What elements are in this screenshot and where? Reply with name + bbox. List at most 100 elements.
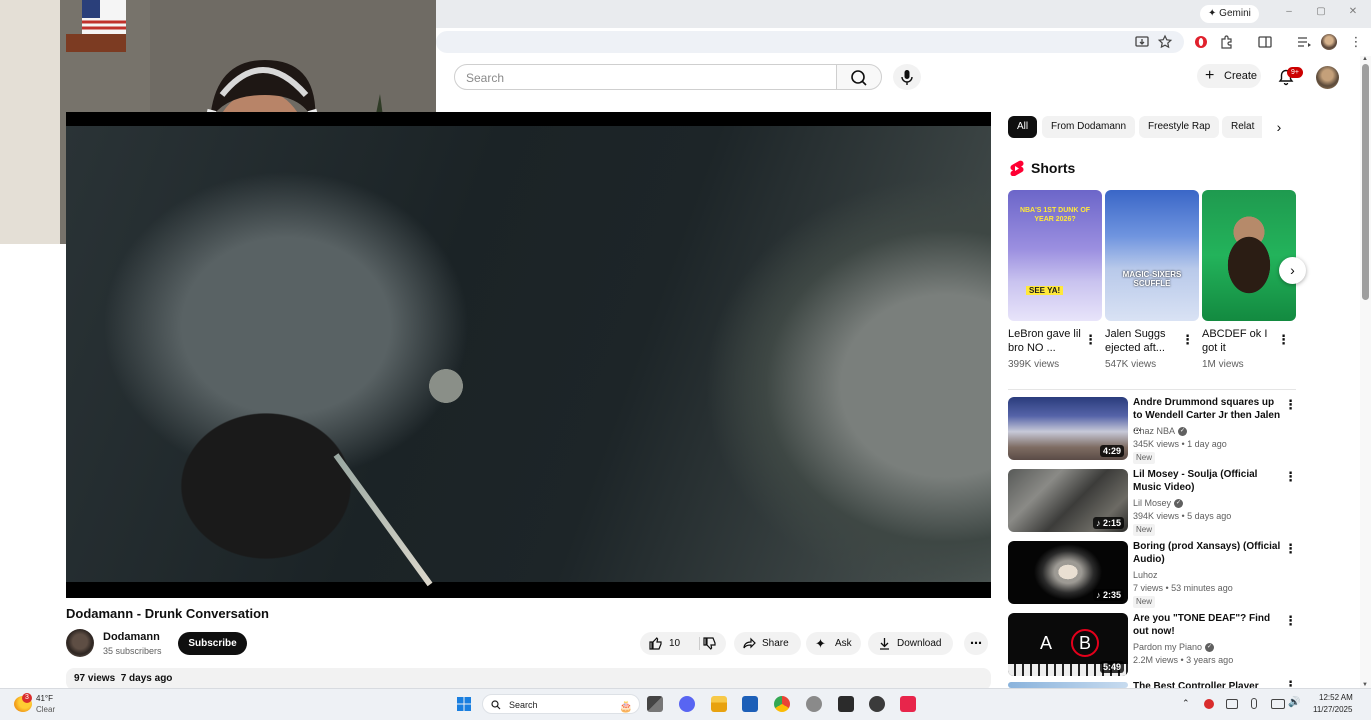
recommendation-channel[interactable]: Pardon my Piano ✓ bbox=[1133, 642, 1215, 653]
recommendation-channel[interactable]: Chaz NBA ✓ bbox=[1133, 426, 1188, 437]
chip-related[interactable]: Relat bbox=[1222, 116, 1262, 138]
search-icon bbox=[851, 70, 867, 86]
channel-avatar[interactable] bbox=[66, 629, 94, 657]
recommendation-channel[interactable]: Luhoz bbox=[1133, 570, 1158, 580]
restore-button[interactable]: ▢ bbox=[1314, 6, 1328, 17]
tray-microphone-icon[interactable] bbox=[1251, 698, 1257, 709]
thumbs-down-icon[interactable] bbox=[702, 636, 717, 651]
chip-from-dodamann[interactable]: From Dodamann bbox=[1042, 116, 1136, 138]
short-thumbnail[interactable] bbox=[1202, 190, 1296, 321]
shorts-logo-icon bbox=[1010, 160, 1024, 176]
weather-temperature[interactable]: 41°F bbox=[36, 694, 53, 703]
chips-next-chevron-icon[interactable]: › bbox=[1262, 116, 1296, 138]
windows-start-icon[interactable] bbox=[456, 696, 472, 712]
youtube-search-input[interactable]: Search bbox=[454, 64, 837, 90]
recommendation-thumbnail[interactable]: 4:29 bbox=[1008, 397, 1128, 460]
short-menu-kebab-icon[interactable]: ⋮ bbox=[1084, 333, 1097, 346]
video-player[interactable] bbox=[66, 112, 991, 598]
description-box[interactable]: 97 views 7 days ago bbox=[66, 668, 991, 690]
download-button[interactable]: Download bbox=[868, 632, 953, 655]
tray-volume-icon[interactable]: 🔊 bbox=[1288, 697, 1300, 708]
tray-display-icon[interactable] bbox=[1226, 699, 1238, 709]
recommendation-meta: 394K views • 5 days ago bbox=[1133, 511, 1232, 521]
recommendation-title[interactable]: Are you "TONE DEAF"? Find out now! bbox=[1133, 612, 1281, 638]
page-scrollbar[interactable]: ▲ ▼ bbox=[1360, 56, 1371, 688]
taskbar-search-label: Search bbox=[509, 700, 538, 710]
weather-condition[interactable]: Clear bbox=[36, 705, 55, 714]
like-button[interactable]: 10 bbox=[640, 632, 700, 655]
tray-security-icon[interactable] bbox=[1204, 699, 1214, 709]
recommendation-menu-kebab-icon[interactable]: ⋮ bbox=[1284, 542, 1297, 555]
discord-app-icon[interactable] bbox=[679, 696, 695, 712]
recommendation-menu-kebab-icon[interactable]: ⋮ bbox=[1284, 470, 1297, 483]
microsoft-store-icon[interactable] bbox=[742, 696, 758, 712]
recommendation-thumbnail[interactable]: ♪ 2:35 bbox=[1008, 541, 1128, 604]
youtube-account-avatar[interactable] bbox=[1316, 66, 1339, 89]
short-title[interactable]: LeBron gave lil bro NO ... bbox=[1008, 327, 1088, 355]
recommendation-menu-kebab-icon[interactable]: ⋮ bbox=[1284, 398, 1297, 411]
minimize-button[interactable]: – bbox=[1282, 6, 1296, 17]
recommendation-title[interactable]: The Best Controller Player 2025 bbox=[1133, 680, 1281, 688]
task-view-icon[interactable] bbox=[647, 696, 663, 712]
epic-games-icon[interactable] bbox=[838, 696, 854, 712]
recommendation-title[interactable]: Lil Mosey - Soulja (Official Music Video… bbox=[1133, 468, 1281, 494]
side-panel-icon[interactable] bbox=[1257, 34, 1273, 50]
taskbar-search-box[interactable]: Search 🎂 bbox=[482, 694, 640, 714]
taskbar-clock-date[interactable]: 11/27/2025 bbox=[1313, 705, 1352, 714]
media-queue-icon[interactable] bbox=[1296, 34, 1312, 50]
recommendation-menu-kebab-icon[interactable]: ⋮ bbox=[1284, 679, 1294, 688]
bookmark-star-icon[interactable] bbox=[1157, 34, 1173, 50]
youtube-search-button[interactable] bbox=[836, 64, 882, 90]
chip-freestyle-rap[interactable]: Freestyle Rap bbox=[1139, 116, 1220, 138]
create-label: Create bbox=[1224, 70, 1258, 82]
short-title[interactable]: ABCDEF ok I got it bbox=[1202, 327, 1282, 355]
app-with-notification-icon[interactable] bbox=[869, 696, 885, 712]
new-badge: New bbox=[1133, 524, 1156, 536]
subscribe-button[interactable]: Subscribe bbox=[178, 632, 247, 655]
tray-overflow-chevron-icon[interactable]: ⌃ bbox=[1182, 698, 1190, 709]
create-button[interactable]: + Create bbox=[1197, 64, 1261, 88]
download-icon bbox=[880, 638, 889, 650]
more-horizontal-icon: ⋯ bbox=[970, 636, 982, 650]
short-menu-kebab-icon[interactable]: ⋮ bbox=[1181, 333, 1194, 346]
recommendation-thumbnail[interactable]: A B 5:49 bbox=[1008, 613, 1128, 676]
short-thumbnail-tag: SEE YA! bbox=[1026, 286, 1064, 295]
scroll-up-arrow-icon[interactable]: ▲ bbox=[1362, 56, 1368, 62]
ask-button[interactable]: ✦ Ask bbox=[806, 632, 861, 655]
browser-menu-icon[interactable]: ⋮ bbox=[1348, 34, 1364, 50]
app-pinned-icon[interactable] bbox=[806, 696, 822, 712]
chrome-app-icon[interactable] bbox=[774, 696, 790, 712]
short-thumbnail[interactable]: MAGIC-SIXERS SCUFFLE bbox=[1105, 190, 1199, 321]
like-divider bbox=[699, 637, 700, 650]
thumbnail-letter-a: A bbox=[1040, 633, 1053, 653]
browser-profile-avatar[interactable] bbox=[1321, 34, 1337, 50]
share-button[interactable]: Share bbox=[734, 632, 801, 655]
tray-monitor-icon[interactable] bbox=[1271, 699, 1285, 709]
short-menu-kebab-icon[interactable]: ⋮ bbox=[1277, 333, 1290, 346]
share-label: Share bbox=[762, 638, 789, 649]
recommendation-channel[interactable]: Lil Mosey ✓ bbox=[1133, 498, 1184, 509]
more-actions-button[interactable]: ⋯ bbox=[964, 632, 988, 655]
address-bar[interactable] bbox=[436, 31, 1184, 53]
recommendation-title[interactable]: Boring (prod Xansays) (Official Audio) bbox=[1133, 540, 1281, 566]
gemini-button[interactable]: ✦ Gemini bbox=[1200, 5, 1259, 23]
install-app-icon[interactable] bbox=[1134, 34, 1150, 50]
like-count: 10 bbox=[669, 638, 681, 649]
short-thumbnail[interactable]: NBA'S 1ST DUNK OF YEAR 2026? SEE YA! bbox=[1008, 190, 1102, 321]
close-window-button[interactable]: ✕ bbox=[1346, 6, 1360, 17]
chip-all[interactable]: All bbox=[1008, 116, 1038, 138]
taskbar-clock-time[interactable]: 12:52 AM bbox=[1319, 693, 1353, 702]
recommendation-thumbnail[interactable]: ♪ 2:15 bbox=[1008, 469, 1128, 532]
short-title[interactable]: Jalen Suggs ejected aft... bbox=[1105, 327, 1185, 355]
scrollbar-thumb[interactable] bbox=[1362, 64, 1369, 300]
recommendation-menu-kebab-icon[interactable]: ⋮ bbox=[1284, 614, 1297, 627]
video-frame bbox=[66, 126, 991, 582]
like-dislike-group: 10 bbox=[640, 632, 726, 655]
tiktok-app-icon[interactable] bbox=[900, 696, 916, 712]
voice-search-button[interactable] bbox=[893, 64, 921, 90]
extensions-puzzle-icon[interactable] bbox=[1219, 34, 1235, 50]
file-explorer-icon[interactable] bbox=[711, 696, 727, 712]
channel-name[interactable]: Dodamann bbox=[103, 631, 160, 643]
extension-opera-icon[interactable] bbox=[1193, 34, 1209, 50]
shorts-next-chevron-icon[interactable]: › bbox=[1279, 257, 1306, 284]
